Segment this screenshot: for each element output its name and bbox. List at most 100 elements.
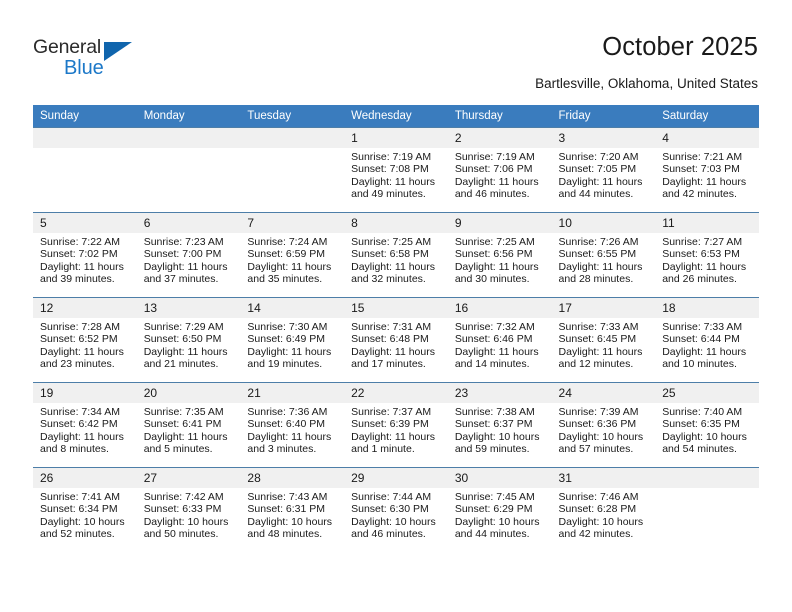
day-cell-inner: 12 Sunrise: 7:28 AM Sunset: 6:52 PM Dayligh…	[33, 298, 137, 382]
day-number: 30	[447, 468, 552, 488]
day-detail-line: Sunset: 6:31 PM	[247, 503, 326, 516]
calendar-day-cell[interactable]: 23 Sunrise: 7:38 AM Sunset: 6:37 PM Dayligh…	[447, 382, 552, 468]
day-details: Sunrise: 7:19 AM Sunset: 7:08 PM Daylight:…	[344, 148, 448, 201]
calendar-day-cell[interactable]: 15 Sunrise: 7:31 AM Sunset: 6:48 PM Dayligh…	[344, 297, 448, 383]
day-detail-line: and 59 minutes.	[454, 443, 530, 456]
calendar-day-cell[interactable]: 1 Sunrise: 7:19 AM Sunset: 7:08 PM Daylight…	[344, 127, 448, 213]
day-cell-inner: 27 Sunrise: 7:42 AM Sunset: 6:33 PM Dayligh…	[136, 468, 241, 552]
day-detail-line: Daylight: 11 hours	[662, 345, 747, 358]
day-cell-inner: 2 Sunrise: 7:19 AM Sunset: 7:06 PM Daylight…	[447, 128, 552, 212]
calendar-day-cell[interactable]: 13 Sunrise: 7:29 AM Sunset: 6:50 PM Dayligh…	[136, 297, 241, 383]
day-number: 20	[136, 383, 241, 403]
calendar-day-cell[interactable]: 20 Sunrise: 7:35 AM Sunset: 6:41 PM Dayligh…	[136, 382, 241, 468]
day-detail-line: Sunrise: 7:24 AM	[247, 236, 328, 248]
day-detail-line: Sunset: 6:28 PM	[558, 503, 637, 516]
weekday-header-sunday: Sunday	[33, 105, 137, 128]
day-number: 5	[33, 213, 137, 233]
day-number: 21	[240, 383, 345, 403]
day-number: 13	[136, 298, 241, 318]
calendar-day-cell[interactable]: 27 Sunrise: 7:42 AM Sunset: 6:33 PM Dayligh…	[136, 467, 241, 552]
day-detail-line: Daylight: 11 hours	[40, 430, 124, 443]
day-cell-inner: 4 Sunrise: 7:21 AM Sunset: 7:03 PM Daylight…	[655, 128, 759, 212]
calendar-day-cell[interactable]: 8 Sunrise: 7:25 AM Sunset: 6:58 PM Daylight…	[344, 212, 448, 298]
day-cell-inner: 24 Sunrise: 7:39 AM Sunset: 6:36 PM Dayligh…	[551, 383, 656, 467]
day-detail-line: Daylight: 10 hours	[558, 515, 644, 528]
calendar-day-cell[interactable]: 17 Sunrise: 7:33 AM Sunset: 6:45 PM Dayligh…	[551, 297, 656, 383]
day-detail-line: and 50 minutes.	[143, 528, 219, 541]
day-number: 23	[447, 383, 552, 403]
calendar-day-cell[interactable]: 24 Sunrise: 7:39 AM Sunset: 6:36 PM Dayligh…	[551, 382, 656, 468]
calendar-day-cell[interactable]: 11 Sunrise: 7:27 AM Sunset: 6:53 PM Dayligh…	[655, 212, 759, 298]
day-detail-line: and 42 minutes.	[558, 528, 634, 541]
day-details: Sunrise: 7:23 AM Sunset: 7:00 PM Daylight:…	[137, 233, 241, 286]
calendar-day-cell[interactable]: 29 Sunrise: 7:44 AM Sunset: 6:30 PM Dayligh…	[344, 467, 448, 552]
day-cell-inner: 31 Sunrise: 7:46 AM Sunset: 6:28 PM Dayligh…	[551, 468, 656, 552]
calendar-day-cell[interactable]: 7 Sunrise: 7:24 AM Sunset: 6:59 PM Daylight…	[240, 212, 345, 298]
day-detail-line: Sunrise: 7:30 AM	[247, 321, 328, 333]
day-detail-line: and 3 minutes.	[247, 443, 317, 456]
day-detail-line: Daylight: 11 hours	[351, 430, 435, 443]
day-number: 28	[240, 468, 345, 488]
day-detail-line: Sunrise: 7:21 AM	[662, 151, 743, 163]
day-cell-inner: 9 Sunrise: 7:25 AM Sunset: 6:56 PM Daylight…	[447, 213, 552, 297]
calendar-day-cell[interactable]: 25 Sunrise: 7:40 AM Sunset: 6:35 PM Dayligh…	[655, 382, 759, 468]
day-detail-line: Sunset: 6:56 PM	[454, 248, 533, 261]
calendar-day-cell[interactable]: 3 Sunrise: 7:20 AM Sunset: 7:05 PM Daylight…	[551, 127, 656, 213]
day-detail-line: Sunset: 6:30 PM	[351, 503, 429, 516]
day-number	[655, 468, 759, 488]
day-detail-line: Sunrise: 7:29 AM	[143, 321, 224, 333]
day-number: 14	[240, 298, 345, 318]
day-detail-line: and 5 minutes.	[143, 443, 213, 456]
brand-logo[interactable]: General Blue	[33, 36, 173, 86]
calendar-day-cell[interactable]: 30 Sunrise: 7:45 AM Sunset: 6:29 PM Dayligh…	[447, 467, 552, 552]
day-detail-line: and 42 minutes.	[662, 188, 737, 201]
triangle-icon	[104, 42, 132, 61]
day-number: 4	[655, 128, 759, 148]
calendar-day-cell[interactable]: 10 Sunrise: 7:26 AM Sunset: 6:55 PM Dayligh…	[551, 212, 656, 298]
calendar-day-cell[interactable]: 18 Sunrise: 7:33 AM Sunset: 6:44 PM Dayligh…	[655, 297, 759, 383]
calendar-day-cell[interactable]: 14 Sunrise: 7:30 AM Sunset: 6:49 PM Dayligh…	[240, 297, 345, 383]
calendar-day-cell[interactable]: 19 Sunrise: 7:34 AM Sunset: 6:42 PM Dayligh…	[33, 382, 137, 468]
day-detail-line: Daylight: 11 hours	[558, 260, 643, 273]
calendar-day-cell[interactable]: 26 Sunrise: 7:41 AM Sunset: 6:34 PM Dayligh…	[33, 467, 137, 552]
day-detail-line: Daylight: 11 hours	[247, 430, 332, 443]
day-detail-line: and 30 minutes.	[454, 273, 530, 286]
day-detail-line: and 49 minutes.	[351, 188, 426, 201]
calendar-day-cell[interactable]: 4 Sunrise: 7:21 AM Sunset: 7:03 PM Daylight…	[655, 127, 759, 213]
day-detail-line: Daylight: 11 hours	[143, 260, 228, 273]
day-number: 8	[344, 213, 448, 233]
day-detail-line: Sunrise: 7:31 AM	[351, 321, 432, 333]
day-detail-line: Sunset: 6:49 PM	[247, 333, 326, 346]
day-detail-line: Sunrise: 7:26 AM	[558, 236, 639, 248]
day-detail-line: and 46 minutes.	[351, 528, 426, 541]
day-detail-line: Daylight: 11 hours	[40, 345, 124, 358]
calendar-day-cell[interactable]: 9 Sunrise: 7:25 AM Sunset: 6:56 PM Daylight…	[447, 212, 552, 298]
day-detail-line: Sunrise: 7:20 AM	[558, 151, 639, 163]
day-cell-inner: 25 Sunrise: 7:40 AM Sunset: 6:35 PM Dayligh…	[655, 383, 759, 467]
day-detail-line: and 10 minutes.	[662, 358, 737, 371]
day-cell-inner: 15 Sunrise: 7:31 AM Sunset: 6:48 PM Dayligh…	[344, 298, 448, 382]
calendar-day-cell[interactable]: 31 Sunrise: 7:46 AM Sunset: 6:28 PM Dayligh…	[551, 467, 656, 552]
day-number: 1	[344, 128, 448, 148]
day-detail-line: and 35 minutes.	[247, 273, 323, 286]
calendar-day-cell[interactable]: 2 Sunrise: 7:19 AM Sunset: 7:06 PM Daylight…	[447, 127, 552, 213]
day-number: 12	[33, 298, 137, 318]
day-cell-inner: 28 Sunrise: 7:43 AM Sunset: 6:31 PM Dayligh…	[240, 468, 345, 552]
day-detail-line: Daylight: 11 hours	[454, 345, 539, 358]
brand-name-blue: Blue	[64, 57, 104, 79]
calendar-day-cell[interactable]: 21 Sunrise: 7:36 AM Sunset: 6:40 PM Dayligh…	[240, 382, 345, 468]
day-detail-line: Daylight: 11 hours	[247, 345, 332, 358]
day-details: Sunrise: 7:40 AM Sunset: 6:35 PM Daylight:…	[655, 403, 759, 456]
calendar-day-cell[interactable]: 6 Sunrise: 7:23 AM Sunset: 7:00 PM Daylight…	[136, 212, 241, 298]
day-cell-inner: 10 Sunrise: 7:26 AM Sunset: 6:55 PM Dayligh…	[551, 213, 656, 297]
day-number: 6	[136, 213, 241, 233]
day-detail-line: Sunset: 7:02 PM	[40, 248, 118, 261]
brand-name-general: General	[33, 36, 101, 58]
calendar-day-cell[interactable]: 5 Sunrise: 7:22 AM Sunset: 7:02 PM Daylight…	[33, 212, 137, 298]
calendar-day-cell[interactable]: 22 Sunrise: 7:37 AM Sunset: 6:39 PM Dayligh…	[344, 382, 448, 468]
day-detail-line: Sunset: 6:55 PM	[558, 248, 637, 261]
day-number: 11	[655, 213, 759, 233]
calendar-day-cell[interactable]: 16 Sunrise: 7:32 AM Sunset: 6:46 PM Dayligh…	[447, 297, 552, 383]
calendar-day-cell[interactable]: 12 Sunrise: 7:28 AM Sunset: 6:52 PM Dayligh…	[33, 297, 137, 383]
calendar-day-cell[interactable]: 28 Sunrise: 7:43 AM Sunset: 6:31 PM Dayligh…	[240, 467, 345, 552]
